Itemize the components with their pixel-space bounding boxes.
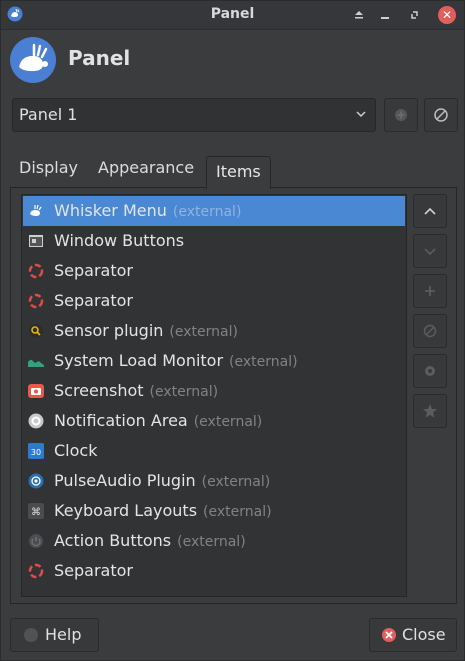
title-bar[interactable]: Panel ✕: [1, 1, 464, 30]
svg-text:⌘: ⌘: [31, 507, 41, 518]
remove-icon: [434, 108, 448, 122]
item-name: Window Buttons: [54, 231, 185, 250]
add-icon: [395, 109, 407, 121]
shade-icon[interactable]: [350, 6, 368, 24]
clock-icon: 30: [28, 443, 44, 459]
close-button[interactable]: Close: [369, 618, 457, 652]
item-name: Screenshot (external): [54, 381, 219, 400]
item-name: Whisker Menu (external): [54, 201, 242, 220]
tab-items-label: Items: [216, 162, 261, 181]
minimize-icon[interactable]: [376, 6, 394, 24]
add-panel-button[interactable]: [384, 98, 418, 132]
list-item[interactable]: Window Buttons: [23, 226, 405, 256]
add-item-button[interactable]: [413, 274, 447, 308]
close-icon: [382, 628, 396, 642]
help-button[interactable]: Help: [10, 618, 99, 652]
edit-item-button[interactable]: [413, 354, 447, 388]
item-name: Keyboard Layouts (external): [54, 501, 272, 520]
list-item[interactable]: Separator: [23, 256, 405, 286]
whisker-menu-icon: [30, 204, 42, 216]
pulseaudio-icon: [28, 473, 44, 489]
screenshot-icon: [28, 384, 44, 398]
close-window-button[interactable]: ✕: [438, 6, 456, 24]
xfce-logo-icon: [10, 37, 56, 83]
item-name: Clock: [54, 441, 98, 460]
help-label: Help: [45, 625, 82, 644]
notification-area-icon: [28, 413, 44, 429]
list-item[interactable]: 30 Clock: [23, 436, 405, 466]
move-up-button[interactable]: [413, 194, 447, 228]
items-list[interactable]: Whisker Menu (external) Window Buttons Se…: [21, 194, 407, 597]
window-title: Panel: [210, 6, 255, 22]
maximize-icon[interactable]: [406, 6, 424, 24]
item-name: Separator: [54, 561, 133, 580]
separator-icon: [28, 263, 44, 279]
separator-icon: [28, 563, 44, 579]
list-item[interactable]: Notification Area (external): [23, 406, 405, 436]
remove-item-button[interactable]: [413, 314, 447, 348]
about-item-button[interactable]: [413, 394, 447, 428]
close-label: Close: [402, 625, 446, 644]
list-item[interactable]: PulseAudio Plugin (external): [23, 466, 405, 496]
chevron-down-icon: [356, 111, 366, 118]
list-item[interactable]: System Load Monitor (external): [23, 346, 405, 376]
remove-panel-button[interactable]: [424, 98, 458, 132]
item-name: System Load Monitor (external): [54, 351, 298, 370]
list-item[interactable]: Screenshot (external): [23, 376, 405, 406]
move-down-button[interactable]: [413, 234, 447, 268]
panel-select[interactable]: Panel 1: [12, 98, 376, 132]
help-icon: [24, 628, 38, 642]
sensor-icon: [29, 324, 43, 338]
item-name: Separator: [54, 291, 133, 310]
list-item[interactable]: Whisker Menu (external): [23, 196, 405, 226]
list-item[interactable]: ⌘ Keyboard Layouts (external): [23, 496, 405, 526]
item-name: Action Buttons (external): [54, 531, 246, 550]
remove-icon: [423, 324, 437, 338]
star-icon: [423, 404, 437, 418]
system-load-icon: [28, 359, 44, 367]
chevron-up-icon: [424, 207, 436, 215]
item-name: Separator: [54, 261, 133, 280]
separator-icon: [28, 293, 44, 309]
add-icon: [425, 286, 435, 296]
svg-text:30: 30: [31, 448, 41, 457]
tab-display[interactable]: Display: [19, 158, 78, 186]
list-item[interactable]: Action Buttons (external): [23, 526, 405, 556]
item-name: PulseAudio Plugin (external): [54, 471, 271, 490]
gear-icon: [425, 366, 435, 376]
tab-appearance[interactable]: Appearance: [98, 158, 194, 186]
panel-select-value: Panel 1: [19, 105, 78, 124]
chevron-down-icon: [424, 248, 436, 256]
list-item[interactable]: Separator: [23, 556, 405, 586]
list-item[interactable]: Separator: [23, 286, 405, 316]
tab-items[interactable]: Items: [206, 156, 271, 189]
list-item[interactable]: Sensor plugin (external): [23, 316, 405, 346]
action-buttons-icon: [29, 534, 43, 548]
item-name: Notification Area (external): [54, 411, 263, 430]
panel-window: Panel ✕ Panel Panel 1 Display Appearance…: [0, 0, 465, 661]
window-buttons-icon: [29, 235, 43, 247]
item-name: Sensor plugin (external): [54, 321, 238, 340]
page-title: Panel: [68, 46, 131, 70]
keyboard-icon: ⌘: [28, 503, 44, 519]
